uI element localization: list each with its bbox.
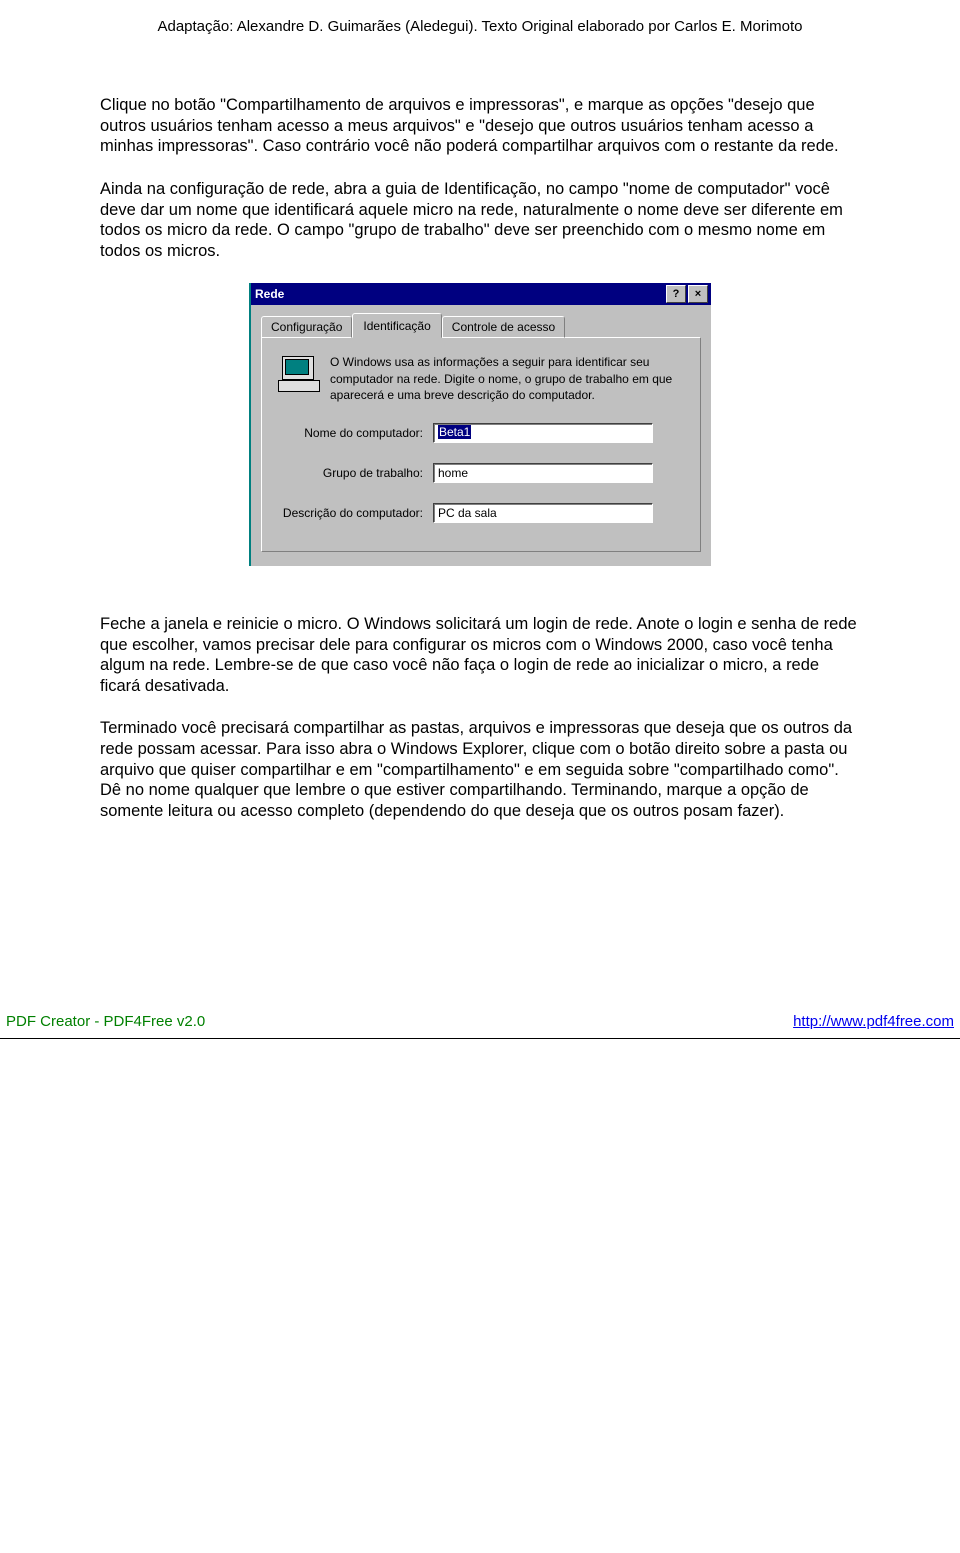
input-workgroup[interactable]	[433, 463, 653, 483]
tab-controle-acesso[interactable]: Controle de acesso	[442, 316, 565, 338]
tabstrip: Configuração Identificação Controle de a…	[261, 313, 701, 338]
label-description: Descrição do computador:	[278, 506, 433, 520]
paragraph-1: Clique no botão "Compartilhamento de arq…	[100, 95, 860, 157]
page-footer: PDF Creator - PDF4Free v2.0 http://www.p…	[0, 1013, 960, 1038]
close-button[interactable]: ×	[688, 285, 708, 303]
footer-left: PDF Creator - PDF4Free v2.0	[6, 1013, 205, 1030]
paragraph-3: Feche a janela e reinicie o micro. O Win…	[100, 614, 860, 697]
tab-panel: O Windows usa as informações a seguir pa…	[261, 337, 701, 552]
dialog-screenshot: Rede ? × Configuração Identificação Cont…	[100, 283, 860, 566]
paragraph-4: Terminado você precisará compartilhar as…	[100, 718, 860, 821]
dialog-title: Rede	[255, 287, 664, 301]
label-computer-name: Nome do computador:	[278, 426, 433, 440]
dialog-titlebar: Rede ? ×	[251, 283, 711, 305]
footer-link[interactable]: http://www.pdf4free.com	[793, 1013, 954, 1030]
info-text: O Windows usa as informações a seguir pa…	[330, 354, 684, 403]
help-button[interactable]: ?	[666, 285, 686, 303]
input-computer-name[interactable]: Beta1	[433, 423, 653, 443]
tab-identificacao[interactable]: Identificação	[352, 313, 441, 338]
computer-icon	[278, 354, 318, 394]
paragraph-2: Ainda na configuração de rede, abra a gu…	[100, 179, 860, 262]
tab-configuracao[interactable]: Configuração	[261, 316, 352, 338]
page-header: Adaptação: Alexandre D. Guimarães (Alede…	[0, 0, 960, 95]
label-workgroup: Grupo de trabalho:	[278, 466, 433, 480]
network-dialog: Rede ? × Configuração Identificação Cont…	[249, 283, 711, 566]
input-description[interactable]	[433, 503, 653, 523]
